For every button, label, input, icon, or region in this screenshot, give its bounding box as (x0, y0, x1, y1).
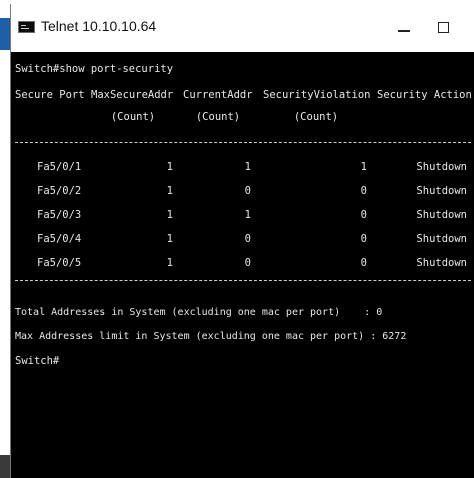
command-line: Switch#show port-security (15, 63, 174, 75)
header-max-secure-addr-sub: (Count) (110, 111, 156, 123)
row-max: 1 (166, 257, 173, 269)
row-max: 1 (166, 161, 173, 173)
total-addresses-line: Total Addresses in System (excluding one… (15, 307, 383, 318)
row-port: Fa5/0/5 (37, 257, 82, 269)
row-current: 0 (244, 257, 251, 269)
row-current: 0 (244, 185, 251, 197)
desktop-edge (0, 0, 10, 478)
header-security-violation: SecurityViolation (263, 89, 371, 101)
header-security-action: Security Action (377, 89, 472, 101)
desktop-edge-dark (0, 455, 10, 478)
console-icon (18, 21, 35, 33)
shell-prompt[interactable]: Switch# (15, 354, 59, 368)
header-max-secure-addr: MaxSecureAddr (91, 89, 174, 101)
row-action: Shutdown (416, 209, 467, 221)
dashed-separator (15, 280, 471, 281)
row-current: 1 (244, 209, 251, 221)
window-title: Telnet 10.10.10.64 (41, 18, 157, 34)
header-current-addr-sub: (Count) (195, 111, 241, 123)
title-bar[interactable]: Telnet 10.10.10.64 (11, 4, 474, 52)
header-security-violation-sub: (Count) (293, 111, 339, 123)
row-current: 0 (244, 233, 251, 245)
telnet-window: Telnet 10.10.10.64 Switch#show port-secu… (10, 4, 474, 478)
row-violation: 0 (360, 233, 367, 245)
header-secure-port: Secure Port (15, 89, 85, 101)
desktop-edge-blue (0, 18, 10, 50)
row-violation: 0 (360, 257, 367, 269)
row-port: Fa5/0/4 (37, 233, 82, 245)
row-max: 1 (166, 233, 173, 245)
row-action: Shutdown (416, 161, 467, 173)
row-violation: 0 (360, 185, 367, 197)
row-action: Shutdown (416, 257, 467, 269)
row-action: Shutdown (416, 233, 467, 245)
row-port: Fa5/0/3 (37, 209, 82, 221)
maximize-button[interactable] (429, 14, 459, 42)
row-port: Fa5/0/1 (37, 161, 82, 173)
max-addresses-line: Max Addresses limit in System (excluding… (15, 331, 407, 342)
terminal-console[interactable]: Switch#show port-security Secure Port Ma… (11, 54, 474, 478)
row-violation: 1 (360, 161, 367, 173)
minimize-button[interactable] (389, 14, 419, 42)
row-port: Fa5/0/2 (37, 185, 82, 197)
row-action: Shutdown (416, 185, 467, 197)
dashed-separator (15, 142, 471, 143)
row-max: 1 (166, 185, 173, 197)
row-current: 1 (244, 161, 251, 173)
row-max: 1 (166, 209, 173, 221)
row-violation: 0 (360, 209, 367, 221)
header-current-addr: CurrentAddr (183, 89, 253, 101)
